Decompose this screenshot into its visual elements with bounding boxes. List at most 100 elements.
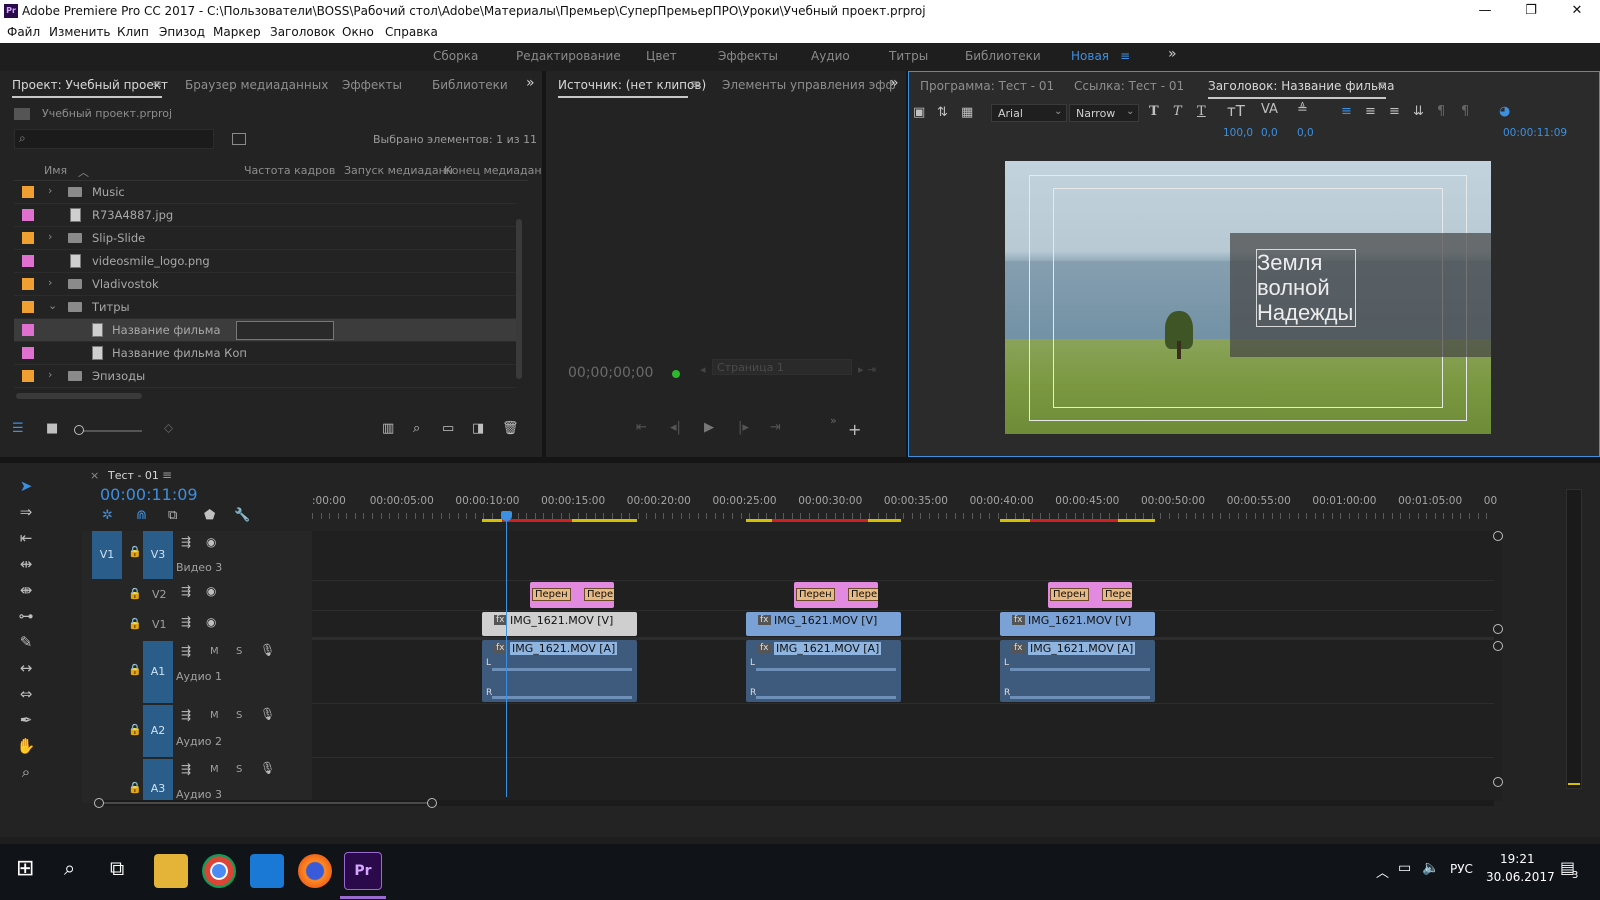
new-title-icon[interactable]: ▣: [913, 105, 925, 120]
go-to-in-icon[interactable]: ⇤: [636, 420, 647, 435]
list-item[interactable]: videosmile_logo.png: [14, 250, 516, 273]
find-icon[interactable]: ⌕: [413, 421, 420, 436]
windows-start-icon[interactable]: ⊞: [16, 856, 34, 881]
clear-icon[interactable]: 🗑: [502, 421, 519, 436]
tab-media-browser[interactable]: Браузер медиаданных: [185, 78, 328, 92]
clock-date[interactable]: 30.06.2017: [1486, 870, 1555, 884]
maximize-button[interactable]: ❐: [1508, 0, 1554, 23]
firefox-icon[interactable]: [298, 854, 332, 888]
solo-button[interactable]: S: [236, 646, 242, 657]
solo-button[interactable]: S: [236, 764, 242, 775]
list-item[interactable]: R73A4887.jpg: [14, 204, 516, 227]
title-timecode[interactable]: 00:00:11:09: [1503, 127, 1567, 139]
microphone-icon[interactable]: 🎙: [260, 707, 275, 721]
chrome-icon[interactable]: [202, 854, 236, 888]
workspace-effects[interactable]: Эффекты: [718, 49, 778, 63]
panel-more-icon[interactable]: »: [526, 75, 535, 91]
sort-ascending-icon[interactable]: ︿: [78, 164, 89, 180]
track-name-v3[interactable]: Видео 3: [176, 561, 222, 574]
templates-icon[interactable]: ▦: [961, 105, 973, 120]
label-color-swatch[interactable]: [22, 301, 34, 313]
scroll-handle[interactable]: [1493, 624, 1503, 634]
menu-clip[interactable]: Клип: [117, 25, 149, 39]
paragraph-icon[interactable]: ¶: [1461, 104, 1469, 119]
next-icon[interactable]: ▸ ⇥: [858, 363, 876, 376]
sequence-tab-menu-icon[interactable]: ≡: [162, 468, 172, 482]
kerning-icon[interactable]: VA: [1261, 102, 1278, 117]
transition-label[interactable]: Перен: [796, 588, 835, 601]
timeline-timecode[interactable]: 00:00:11:09: [100, 485, 198, 504]
chevron-right-icon[interactable]: ›: [48, 184, 52, 197]
label-color-swatch[interactable]: [22, 347, 34, 359]
lock-icon[interactable]: 🔒: [128, 617, 142, 630]
icon-view-icon[interactable]: ■: [46, 421, 58, 436]
zoom-slider-handle[interactable]: [74, 425, 84, 435]
video-clip[interactable]: fx IMG_1621.MOV [V]: [1000, 612, 1155, 636]
roll-crawl-icon[interactable]: ⇅: [937, 105, 948, 120]
sync-lock-icon[interactable]: ⇶: [181, 644, 191, 658]
mute-button[interactable]: M: [210, 764, 219, 775]
workspace-new[interactable]: Новая: [1071, 49, 1109, 63]
audio-clip[interactable]: fx IMG_1621.MOV [A] L R: [1000, 640, 1155, 702]
font-size-icon[interactable]: ᴛT: [1227, 102, 1245, 120]
new-bin-icon[interactable]: ▭: [442, 421, 454, 436]
sync-lock-icon[interactable]: ⇶: [181, 535, 191, 549]
menu-file[interactable]: Файл: [7, 25, 40, 39]
sync-lock-icon[interactable]: ⇶: [181, 584, 191, 598]
title-clip[interactable]: Перен Перен: [530, 582, 614, 608]
project-horizontal-scrollbar[interactable]: [16, 393, 142, 399]
menu-marker[interactable]: Маркер: [213, 25, 261, 39]
kerning-value[interactable]: 0,0: [1261, 127, 1278, 139]
title-clip[interactable]: Перен Перен: [794, 582, 878, 608]
workspace-menu-icon[interactable]: ≡: [1120, 49, 1130, 63]
project-search-input[interactable]: ⌕: [14, 129, 214, 149]
zoom-handle-right[interactable]: [427, 798, 437, 808]
list-item[interactable]: › Эпизоды: [14, 365, 516, 388]
transition-label[interactable]: Перен: [532, 588, 571, 601]
page-select[interactable]: Страница 1: [712, 359, 852, 375]
add-marker-icon[interactable]: ⬟: [204, 508, 215, 523]
font-family-select[interactable]: Arial ⌄: [991, 104, 1067, 122]
mute-button[interactable]: M: [210, 710, 219, 721]
lock-icon[interactable]: 🔒: [128, 723, 142, 736]
slip-tool-icon[interactable]: ↔: [16, 659, 36, 677]
lock-icon[interactable]: 🔒: [128, 663, 142, 676]
font-style-select[interactable]: Narrow ⌄: [1069, 104, 1139, 122]
leading-icon[interactable]: ≜: [1297, 102, 1308, 117]
track-name-a2[interactable]: Аудио 2: [176, 735, 222, 748]
eye-icon[interactable]: ◉: [206, 535, 216, 549]
label-color-swatch[interactable]: [22, 232, 34, 244]
title-text-box[interactable]: Земля волной Надежды: [1256, 249, 1356, 327]
zoom-handle-left[interactable]: [94, 798, 104, 808]
store-icon[interactable]: [250, 854, 284, 888]
playhead-handle[interactable]: [501, 511, 512, 521]
chevron-right-icon[interactable]: ›: [48, 368, 52, 381]
nest-toggle-icon[interactable]: ✲: [102, 508, 113, 523]
sync-lock-icon[interactable]: ⇶: [181, 708, 191, 722]
workspace-titles[interactable]: Титры: [889, 49, 928, 63]
lock-icon[interactable]: 🔒: [128, 545, 142, 558]
source-patch-v1[interactable]: V1: [92, 531, 122, 579]
tab-stops-icon[interactable]: ⇊: [1413, 104, 1424, 119]
tab-program[interactable]: Программа: Тест - 01: [920, 79, 1054, 93]
close-button[interactable]: ✕: [1554, 0, 1600, 23]
menu-help[interactable]: Справка: [385, 25, 438, 39]
language-indicator[interactable]: РУС: [1450, 862, 1473, 876]
transition-label[interactable]: Перен: [1050, 588, 1089, 601]
project-vertical-scrollbar[interactable]: [516, 219, 522, 379]
source-timecode[interactable]: 00;00;00;00: [568, 365, 653, 381]
rate-stretch-tool-icon[interactable]: ⇼: [16, 581, 36, 599]
workspace-assembly[interactable]: Сборка: [433, 49, 478, 63]
label-color-swatch[interactable]: [22, 255, 34, 267]
razor-blade-icon[interactable]: ✎: [16, 633, 36, 651]
prev-icon[interactable]: ◂: [700, 363, 706, 376]
bold-icon[interactable]: T: [1149, 104, 1159, 119]
list-item[interactable]: ⌄ Титры: [14, 296, 516, 319]
scroll-handle[interactable]: [1493, 531, 1503, 541]
project-tab-menu-icon[interactable]: ≡: [152, 77, 162, 91]
list-item[interactable]: › Vladivostok: [14, 273, 516, 296]
close-sequence-icon[interactable]: ×: [90, 469, 99, 482]
eye-icon[interactable]: ◉: [206, 615, 216, 629]
label-color-swatch[interactable]: [22, 324, 34, 336]
workspace-color[interactable]: Цвет: [646, 49, 677, 63]
